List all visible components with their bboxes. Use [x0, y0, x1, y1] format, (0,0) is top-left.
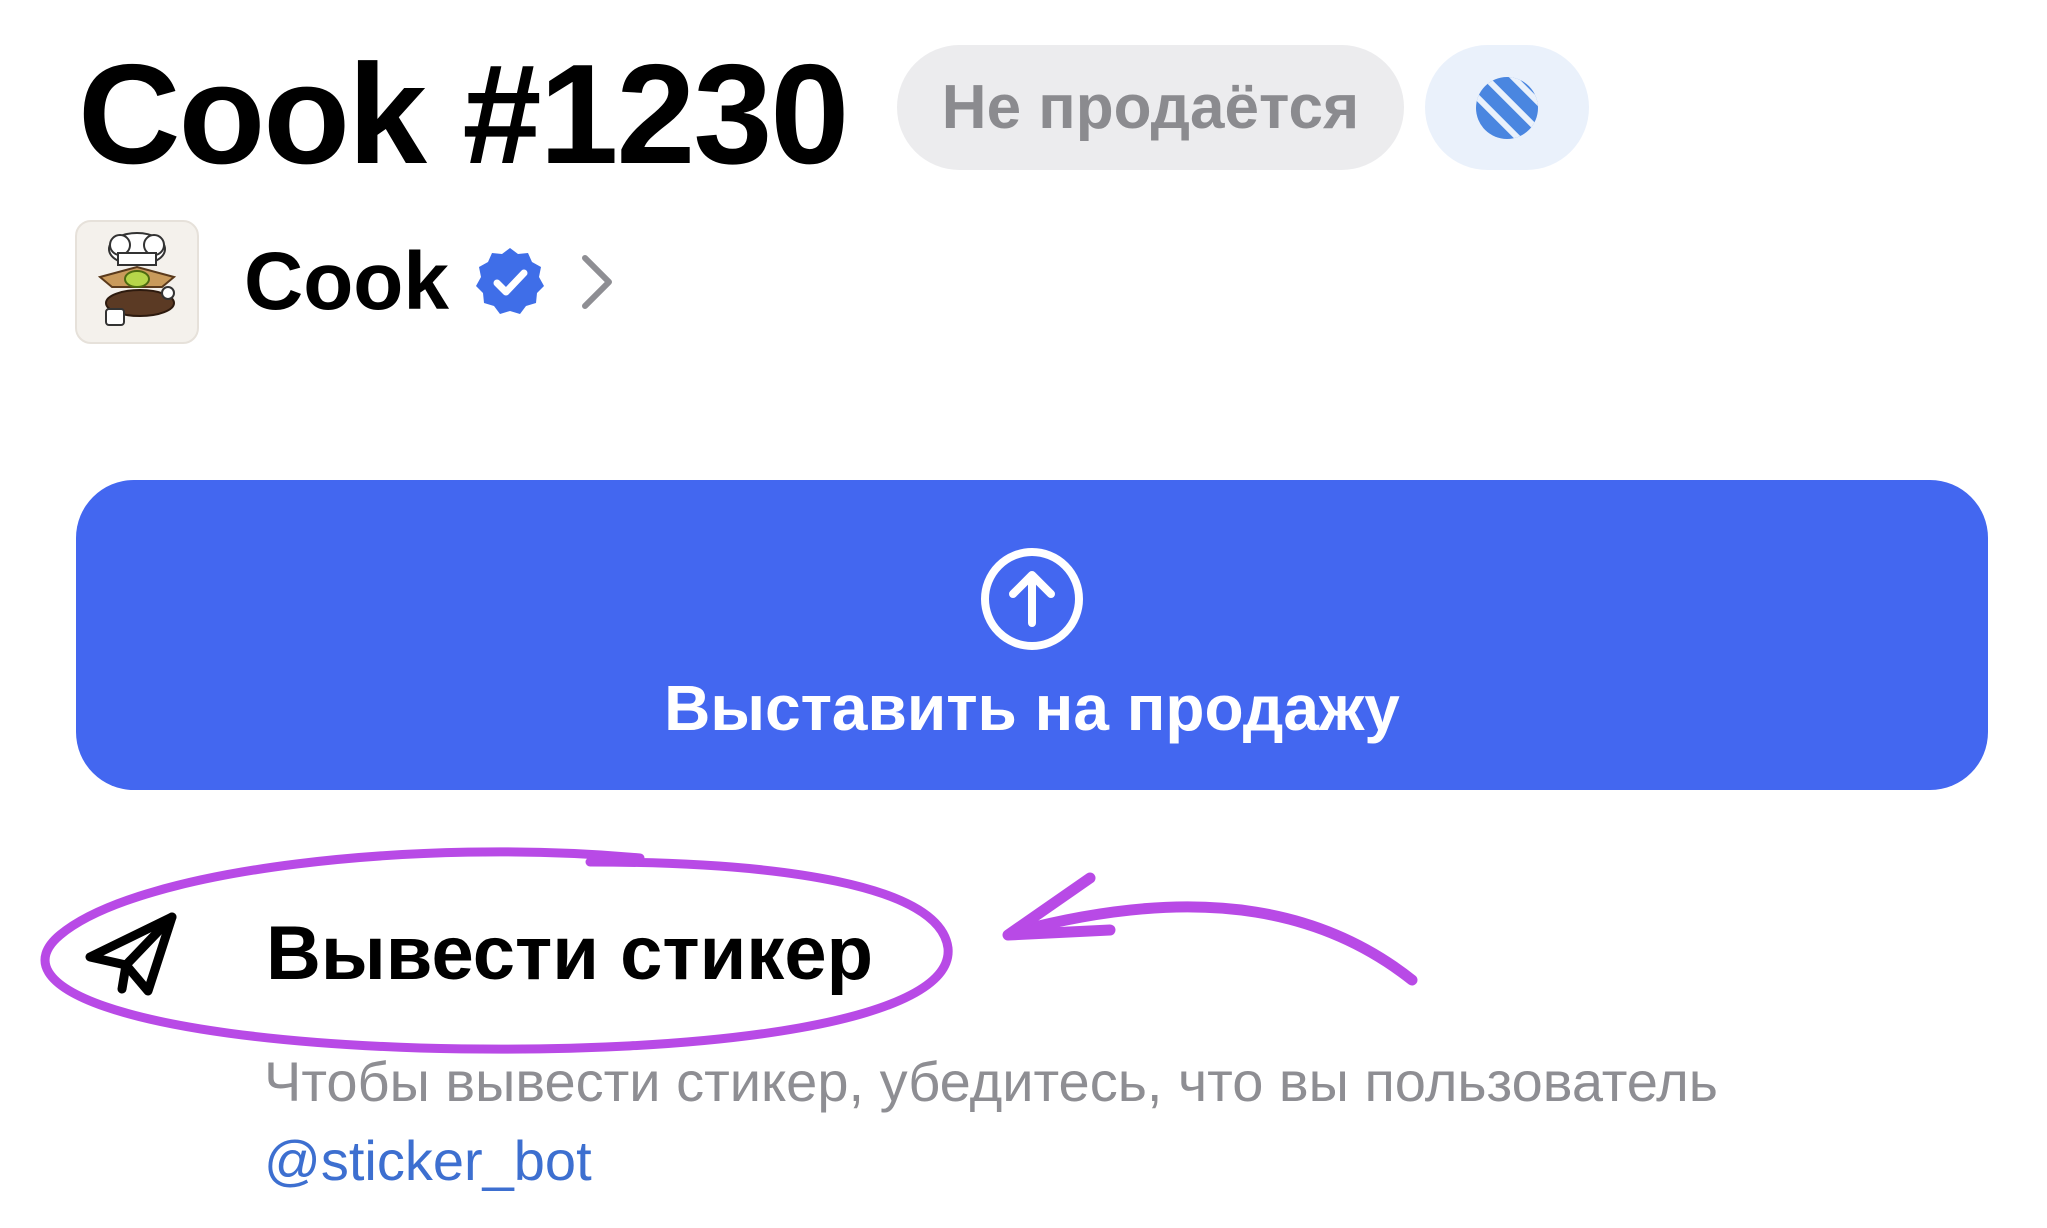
chevron-right-icon — [577, 252, 617, 312]
telegram-send-icon — [85, 912, 177, 995]
sale-status-badge[interactable]: Не продаётся — [897, 45, 1404, 170]
chef-sticker-thumbnail — [97, 232, 177, 326]
sticker-bot-link[interactable]: @sticker_bot — [264, 1122, 592, 1200]
annotation-arrow-shaft — [1009, 901, 1418, 986]
collection-link[interactable]: Cook — [75, 220, 617, 344]
collection-name: Cook — [244, 236, 449, 327]
annotation-arrow-head — [1002, 872, 1116, 941]
withdraw-sticker-button[interactable]: Вывести стикер — [84, 910, 873, 997]
withdraw-hint-text: Чтобы вывести стикер, убедитесь, что вы … — [264, 1050, 1718, 1113]
verified-badge-icon — [473, 245, 547, 319]
withdraw-sticker-label: Вывести стикер — [266, 911, 874, 996]
nft-sticker-page: Cook #1230 Не продаётся Cook Выставить н… — [0, 0, 2047, 1228]
sell-button-label: Выставить на продажу — [664, 672, 1400, 744]
page-title: Cook #1230 — [78, 35, 849, 194]
status-toggle-button[interactable] — [1425, 45, 1589, 170]
strikethrough-circle-icon — [1476, 76, 1538, 139]
upload-arrow-circle-icon — [981, 548, 1083, 650]
collection-avatar — [75, 220, 199, 344]
sell-button[interactable]: Выставить на продажу — [76, 480, 1988, 790]
